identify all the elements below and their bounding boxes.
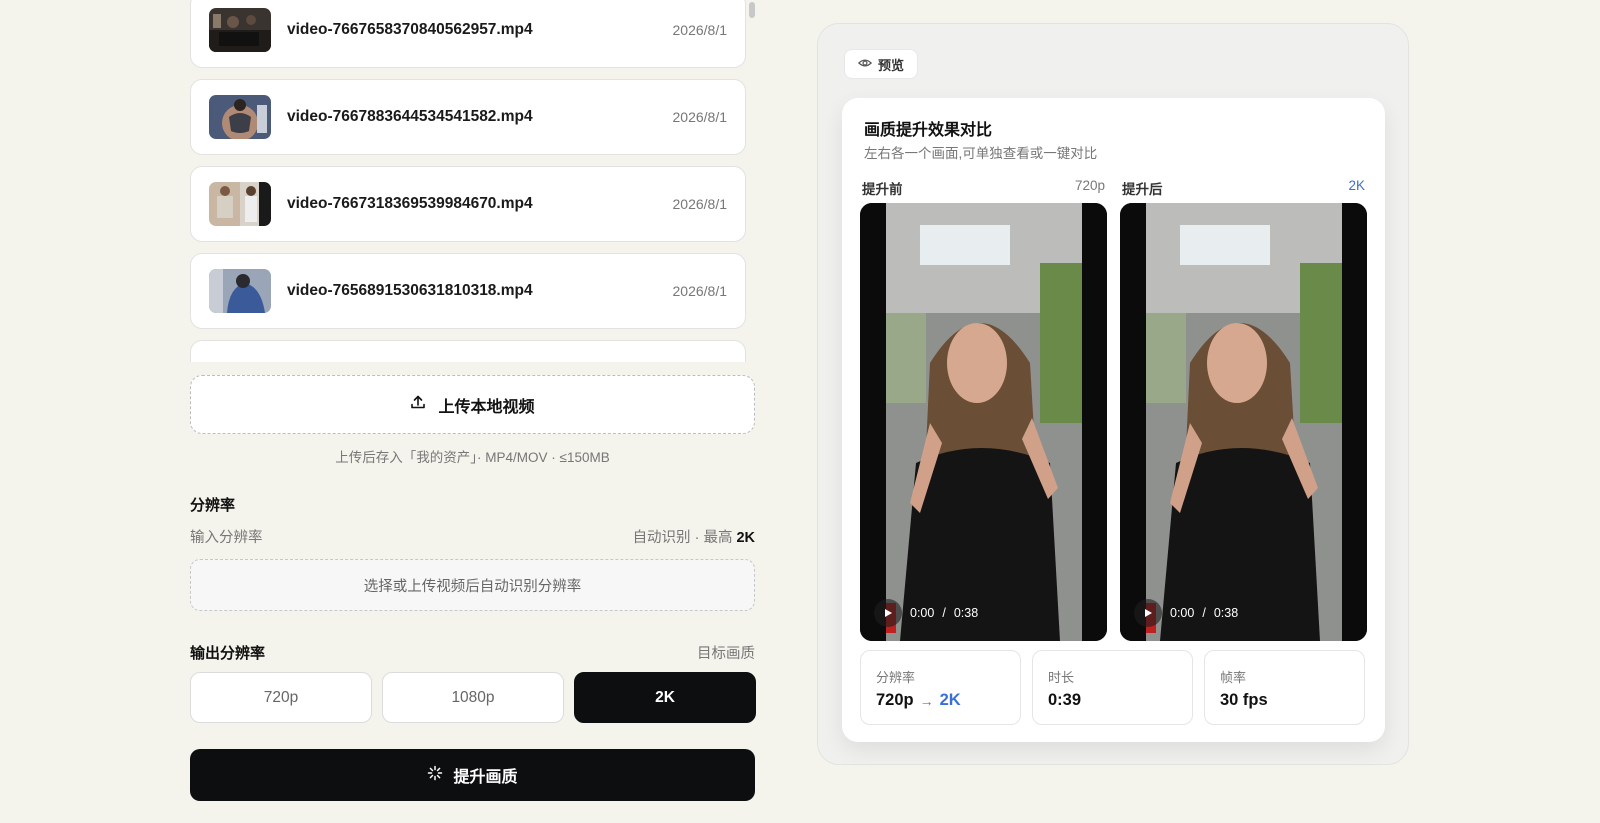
file-item[interactable]: video-7656891530631810318.mp4 2026/8/1	[190, 253, 746, 329]
play-icon	[1145, 609, 1152, 617]
input-resolution-label: 输入分辨率	[190, 530, 263, 546]
enhance-quality-button[interactable]: 提升画质	[190, 749, 755, 801]
duration-stat-label: 时长	[1048, 670, 1075, 685]
file-date: 2026/8/1	[672, 196, 728, 212]
after-label: 提升后	[1122, 182, 1163, 197]
upload-hint: 上传后存入「我的资产」· MP4/MOV · ≤150MB	[335, 450, 610, 465]
fps-stat-label: 帧率	[1220, 670, 1247, 685]
preview-tab[interactable]: 预览	[844, 49, 918, 79]
file-item[interactable]: video-7667658370840562957.mp4 2026/8/1	[190, 0, 746, 68]
after-header: 提升后 2K	[1122, 178, 1365, 198]
preview-panel: 预览 画质提升效果对比 左右各一个画面,可单独查看或一键对比 提升前 720p …	[817, 23, 1409, 765]
before-label: 提升前	[862, 182, 903, 197]
before-current-time: 0:00	[910, 606, 935, 620]
sparkle-icon	[427, 765, 443, 786]
fps-stat: 帧率 30 fps	[1204, 650, 1365, 725]
file-name: video-7667883644534541582.mp4	[287, 108, 533, 125]
upload-icon	[410, 394, 426, 415]
before-resolution: 720p	[1074, 178, 1105, 193]
before-header: 提升前 720p	[862, 178, 1105, 198]
video-file-list[interactable]: video-7667658370840562957.mp4 2026/8/1 v…	[190, 0, 756, 362]
resolution-detect-box[interactable]: 选择或上传视频后自动识别分辨率	[190, 559, 755, 611]
after-video-player[interactable]: 0:00 / 0:38	[1120, 203, 1367, 641]
resolution-stat-label: 分辨率	[876, 670, 916, 685]
upload-local-video-button[interactable]: 上传本地视频	[190, 375, 755, 434]
target-quality-note: 目标画质	[697, 646, 755, 662]
after-duration: 0:38	[1213, 606, 1239, 620]
after-play-button[interactable]	[1134, 599, 1162, 627]
output-option-1080p[interactable]: 1080p	[382, 672, 564, 723]
before-video-controls: 0:00 / 0:38	[874, 599, 978, 627]
arrow-right-icon: →	[919, 692, 934, 709]
comparison-card: 画质提升效果对比 左右各一个画面,可单独查看或一键对比 提升前 720p 提升后…	[842, 98, 1385, 742]
resolution-stat: 分辨率 720p → 2K	[860, 650, 1021, 725]
file-name: video-7656891530631810318.mp4	[287, 282, 533, 299]
auto-detect-text: 自动识别 · 最高	[632, 530, 733, 546]
file-date: 2026/8/1	[672, 109, 728, 125]
eye-icon	[857, 56, 873, 73]
resolution-section-title: 分辨率	[190, 497, 236, 514]
after-video-controls: 0:00 / 0:38	[1134, 599, 1238, 627]
resolution-from: 720p	[876, 691, 914, 709]
file-name: video-7667318369539984670.mp4	[287, 195, 533, 212]
auto-detect-note: 自动识别 · 最高 2K	[633, 526, 755, 547]
file-date: 2026/8/1	[672, 283, 728, 299]
duration-stat-value: 0:39	[1048, 691, 1082, 709]
video-thumbnail	[209, 95, 271, 139]
video-thumbnail	[209, 269, 271, 313]
video-thumbnail	[209, 8, 271, 52]
upload-label: 上传本地视频	[438, 398, 535, 416]
comparison-title: 画质提升效果对比	[864, 122, 993, 139]
file-item[interactable]: video-7667318369539984670.mp4 2026/8/1	[190, 166, 746, 242]
file-item[interactable]: video-7667883644534541582.mp4 2026/8/1	[190, 79, 746, 155]
output-note-row: 目标画质	[190, 642, 755, 663]
max-resolution: 2K	[736, 530, 755, 546]
after-current-time: 0:00	[1170, 606, 1195, 620]
resolution-to: 2K	[939, 691, 961, 709]
before-video-frame	[860, 203, 1107, 641]
list-scrollbar[interactable]	[749, 2, 755, 18]
play-icon	[885, 609, 892, 617]
output-option-720p[interactable]: 720p	[190, 672, 372, 723]
input-resolution-row: 输入分辨率 自动识别 · 最高 2K	[190, 526, 755, 547]
fps-stat-value: 30 fps	[1220, 691, 1268, 709]
file-name: video-7667658370840562957.mp4	[287, 21, 533, 38]
before-play-button[interactable]	[874, 599, 902, 627]
enhance-label: 提升画质	[453, 769, 518, 786]
after-video-frame	[1120, 203, 1367, 641]
output-option-2k[interactable]: 2K	[574, 672, 756, 723]
duration-stat: 时长 0:39	[1032, 650, 1193, 725]
comparison-subtitle: 左右各一个画面,可单独查看或一键对比	[864, 146, 1098, 161]
after-resolution: 2K	[1348, 178, 1365, 193]
video-thumbnail	[209, 182, 271, 226]
time-separator: /	[942, 606, 946, 620]
file-item[interactable]	[190, 340, 746, 362]
file-date: 2026/8/1	[672, 22, 728, 38]
resolution-stat-value: 720p → 2K	[876, 691, 961, 710]
preview-tab-label: 预览	[877, 57, 904, 73]
before-duration: 0:38	[953, 606, 979, 620]
left-column: video-7667658370840562957.mp4 2026/8/1 v…	[190, 0, 756, 823]
before-video-player[interactable]: 0:00 / 0:38	[860, 203, 1107, 641]
time-separator: /	[1202, 606, 1206, 620]
